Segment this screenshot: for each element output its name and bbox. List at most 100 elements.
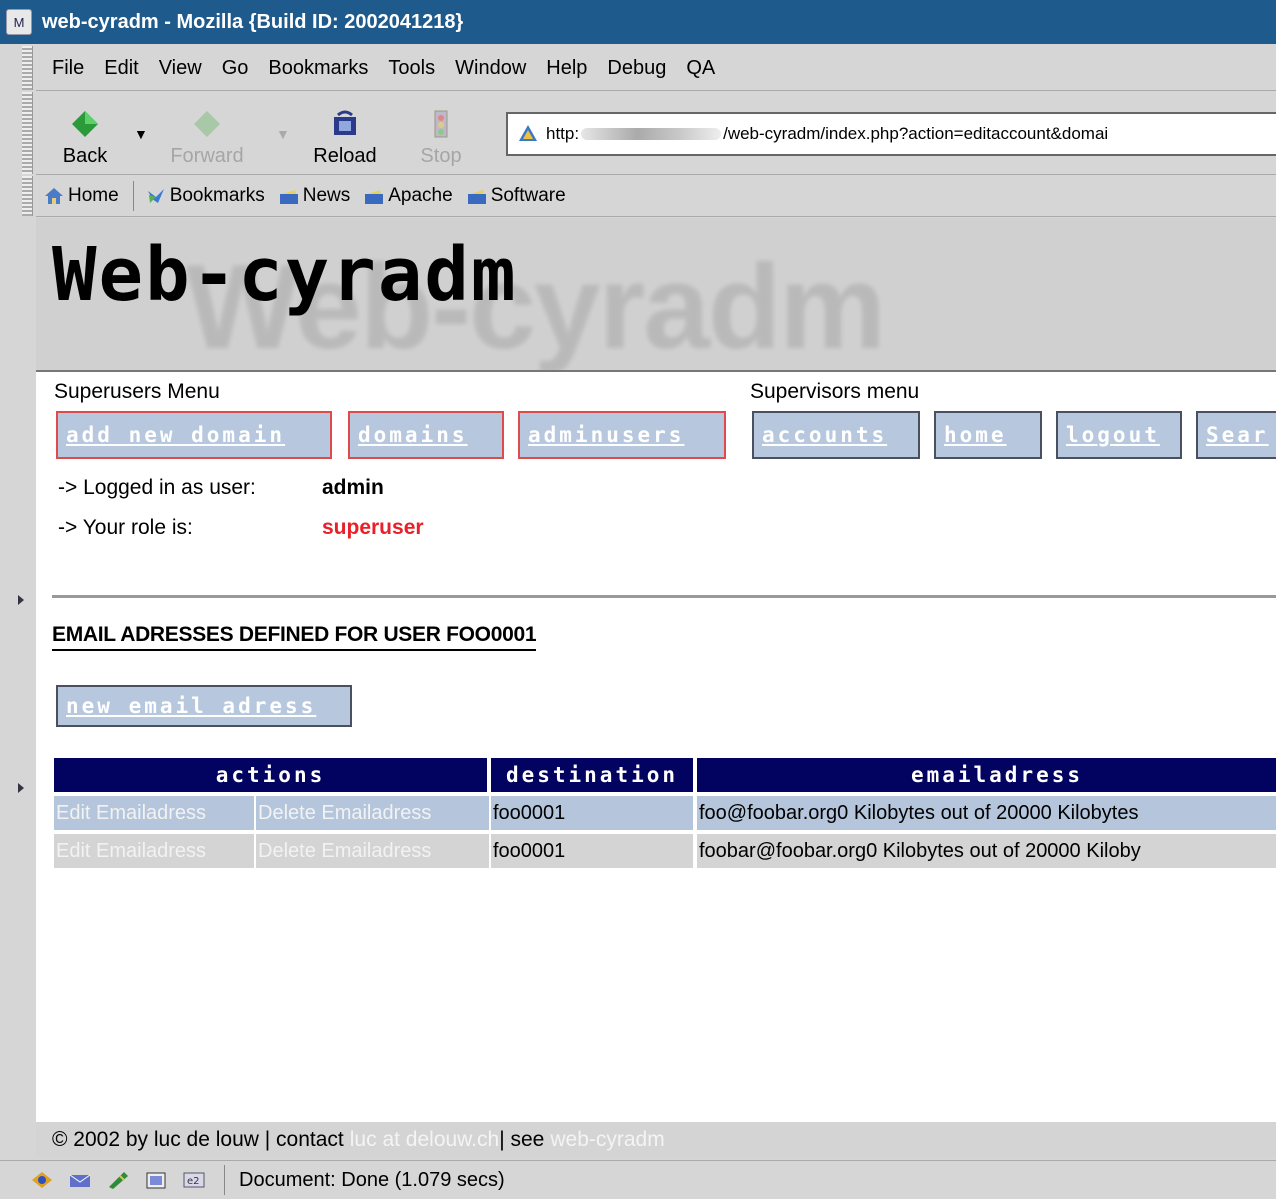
sidebar-expand-icon[interactable] (18, 595, 24, 605)
status-text: Document: Done (1.079 secs) (239, 1168, 505, 1191)
header-emailadress: emailadress (697, 758, 1276, 792)
page-heading: EMAIL ADRESSES DEFINED FOR USER FOO0001 (52, 623, 537, 651)
bookmarks-label: Bookmarks (169, 185, 265, 206)
personal-toolbar-grip[interactable] (22, 176, 33, 216)
logged-in-user: admin (322, 476, 384, 499)
window-titlebar: M web-cyradm - Mozilla {Build ID: 200204… (0, 0, 1276, 44)
menu-go[interactable]: Go (222, 57, 249, 80)
search-button[interactable]: Sear (1196, 411, 1276, 459)
forward-arrow-icon (194, 111, 220, 137)
page-content: Web-cyradm Web-cyradm Superusers Menu Su… (36, 218, 1276, 1158)
stop-label: Stop (420, 145, 462, 167)
delete-emailadress-link[interactable]: Delete Emailadress (256, 796, 489, 830)
accounts-button[interactable]: accounts (752, 411, 920, 459)
forward-dropdown-icon[interactable]: ▼ (276, 126, 290, 142)
news-label: News (302, 185, 351, 206)
software-bookmark[interactable]: Software (467, 185, 566, 207)
stop-button[interactable]: Stop (406, 98, 476, 168)
footer-see: | see (499, 1128, 545, 1151)
banner-logo: Web-cyradm (52, 232, 518, 318)
bookmarks-icon (147, 189, 164, 203)
software-folder-icon (467, 190, 486, 204)
role-line: -> Your role is: superuser (58, 516, 424, 540)
navigation-toolbar: Back ▼ Forward ▼ Reload Stop http: /web-… (36, 92, 1276, 175)
edit-emailadress-link[interactable]: Edit Emailadress (54, 796, 254, 830)
header-destination: destination (491, 758, 693, 792)
url-redacted-host (581, 128, 722, 140)
page-footer: © 2002 by luc de louw | contact luc at d… (36, 1122, 1276, 1158)
composer-icon[interactable] (106, 1170, 130, 1190)
adminusers-button[interactable]: adminusers (518, 411, 726, 459)
url-prefix: http: (546, 124, 580, 143)
news-bookmark[interactable]: News (279, 185, 351, 207)
page-proxy-icon (519, 125, 537, 141)
menu-window[interactable]: Window (455, 57, 526, 80)
svg-text:e2: e2 (187, 1176, 200, 1187)
domains-button[interactable]: domains (348, 411, 504, 459)
menu-help[interactable]: Help (546, 57, 587, 80)
superusers-menu-label: Superusers Menu (54, 380, 220, 403)
url-bar[interactable]: http: /web-cyradm/index.php?action=edita… (506, 112, 1276, 156)
role-label: -> Your role is: (58, 516, 193, 539)
stop-icon (434, 110, 448, 138)
status-bar: e2 Document: Done (1.079 secs) (0, 1160, 1276, 1199)
header-actions: actions (54, 758, 487, 792)
add-new-domain-button[interactable]: add new domain (56, 411, 332, 459)
navigator-icon[interactable] (30, 1170, 54, 1190)
home-icon (45, 188, 63, 204)
row-destination: foo0001 (491, 796, 693, 830)
mozilla-app-icon[interactable]: M (6, 9, 32, 35)
menubar: File Edit View Go Bookmarks Tools Window… (36, 46, 1276, 91)
forward-label: Forward (170, 145, 244, 167)
contact-link[interactable]: luc at delouw.ch (350, 1128, 499, 1152)
back-label: Back (62, 145, 108, 167)
reload-button[interactable]: Reload (310, 98, 380, 168)
menu-qa[interactable]: QA (686, 57, 715, 80)
role-value: superuser (322, 516, 424, 539)
sidebar-grip[interactable] (0, 218, 30, 1158)
delete-emailadress-link[interactable]: Delete Emailadress (256, 834, 489, 868)
row-emailadress: foo@foobar.org0 Kilobytes out of 20000 K… (697, 796, 1276, 830)
address-book-icon[interactable] (144, 1170, 168, 1190)
menu-bookmarks[interactable]: Bookmarks (268, 57, 368, 80)
horizontal-divider (52, 595, 1276, 598)
web-cyradm-link[interactable]: web-cyradm (550, 1128, 664, 1152)
apache-bookmark[interactable]: Apache (364, 185, 453, 207)
apache-folder-icon (365, 190, 384, 204)
row-destination: foo0001 (491, 834, 693, 868)
news-folder-icon (279, 190, 298, 204)
window-title: web-cyradm - Mozilla {Build ID: 20020412… (42, 10, 464, 33)
edit-emailadress-link[interactable]: Edit Emailadress (54, 834, 254, 868)
menu-debug[interactable]: Debug (607, 57, 666, 80)
logged-in-label: -> Logged in as user: (58, 476, 256, 499)
back-dropdown-icon[interactable]: ▼ (134, 126, 148, 142)
home-label: Home (68, 185, 119, 206)
menu-view[interactable]: View (159, 57, 202, 80)
menu-edit[interactable]: Edit (104, 57, 138, 80)
new-email-adress-button[interactable]: new email adress (56, 685, 352, 727)
menu-tools[interactable]: Tools (388, 57, 435, 80)
reload-label: Reload (313, 145, 377, 167)
logout-button[interactable]: logout (1056, 411, 1182, 459)
sidebar-expand-icon-2[interactable] (18, 783, 24, 793)
apache-label: Apache (388, 185, 453, 206)
back-arrow-icon (72, 111, 98, 137)
menu-file[interactable]: File (52, 57, 84, 80)
supervisors-menu-label: Supervisors menu (750, 380, 920, 403)
web-cyradm-banner: Web-cyradm Web-cyradm (36, 218, 1276, 372)
software-label: Software (490, 185, 566, 206)
url-path: /web-cyradm/index.php?action=editaccount… (723, 124, 1109, 143)
bookmarks-bookmark[interactable]: Bookmarks (146, 185, 265, 207)
forward-button[interactable]: Forward (170, 98, 244, 168)
logged-in-line: -> Logged in as user: admin (58, 476, 384, 500)
home-button[interactable]: home (934, 411, 1042, 459)
mail-icon[interactable] (68, 1170, 92, 1190)
toolbar-separator (132, 181, 134, 211)
footer-copyright: © 2002 by luc de louw | contact (52, 1128, 344, 1151)
menubar-grip[interactable] (22, 46, 33, 90)
chat-icon[interactable]: e2 (182, 1170, 206, 1190)
back-button[interactable]: Back (50, 98, 120, 168)
row-emailadress: foobar@foobar.org0 Kilobytes out of 2000… (697, 834, 1276, 868)
home-bookmark[interactable]: Home (44, 185, 119, 207)
navbar-grip[interactable] (22, 92, 33, 174)
